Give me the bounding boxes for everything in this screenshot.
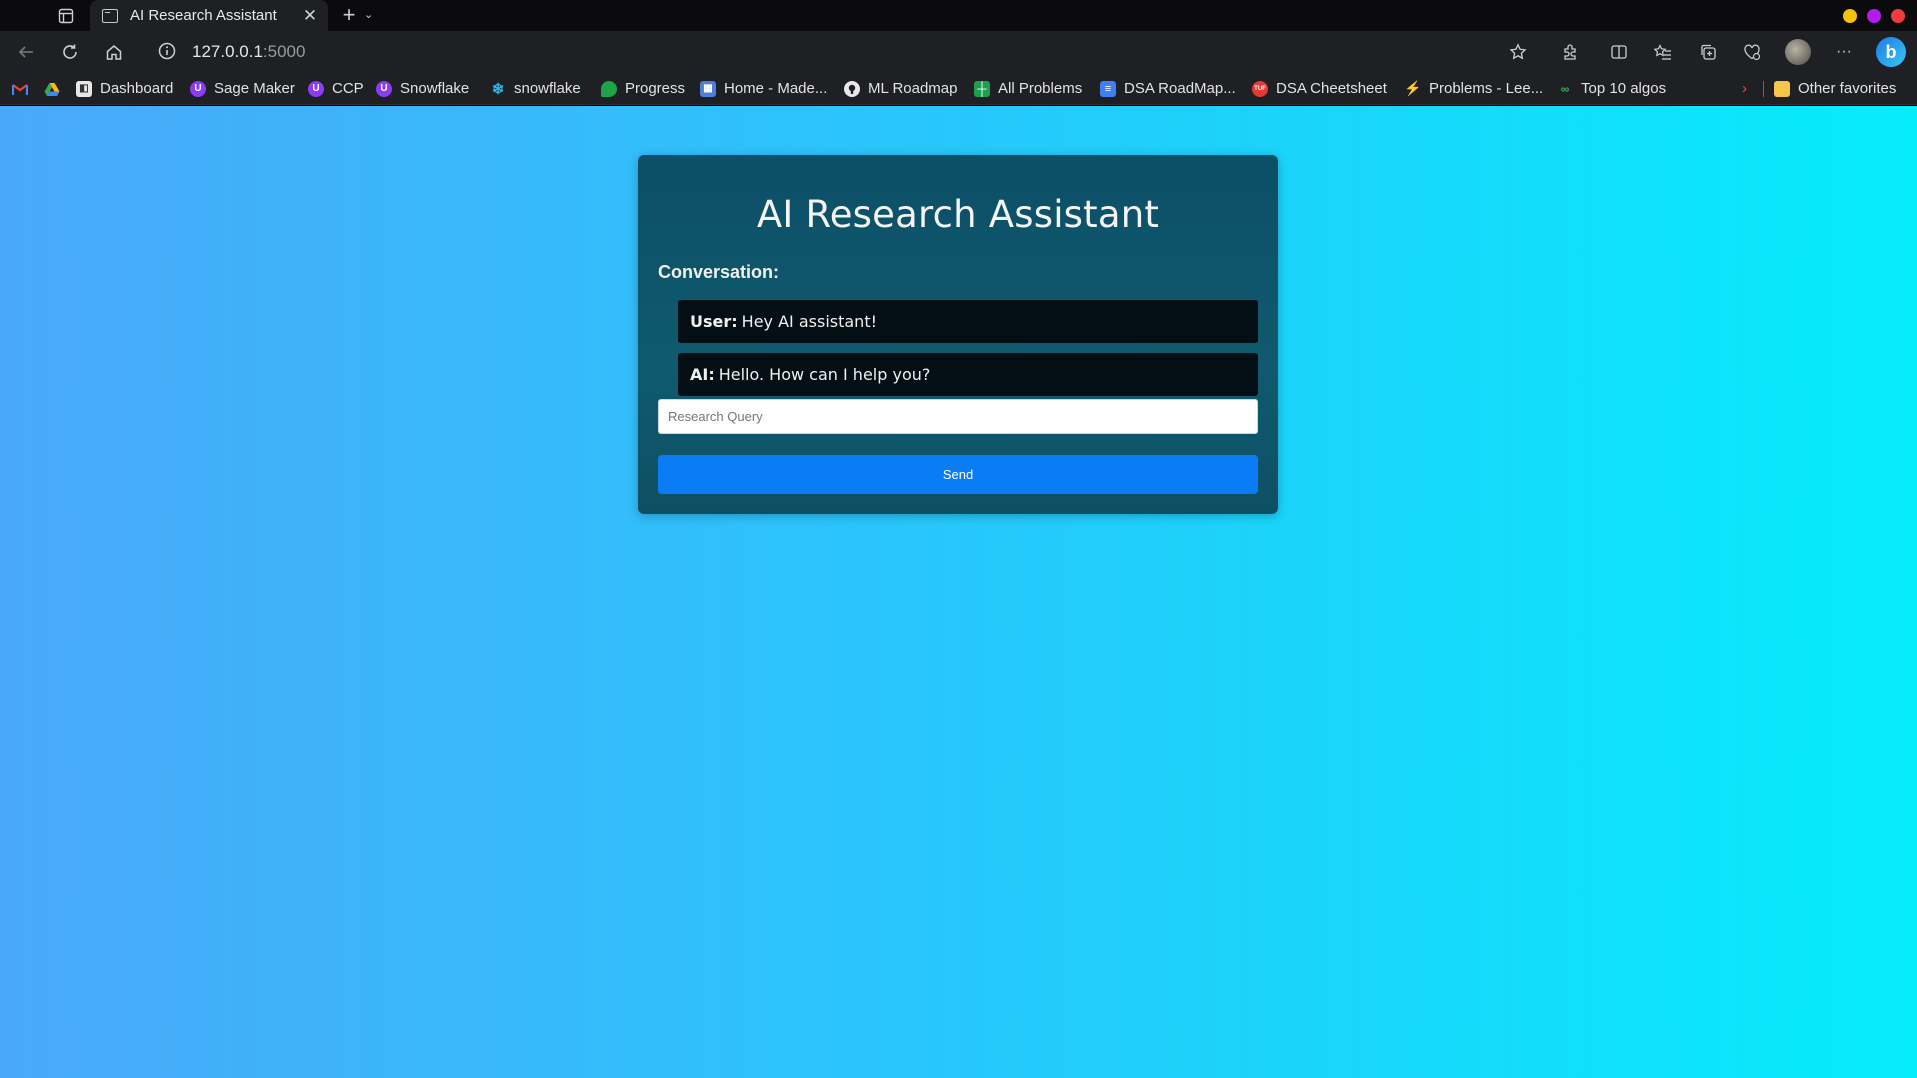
bookmark-label: CCP: [332, 80, 364, 97]
browser-essentials-icon[interactable]: [1740, 40, 1764, 64]
minimize-button[interactable]: [1843, 9, 1857, 23]
tab-actions-icon[interactable]: [56, 6, 76, 26]
bookmark-other-favorites[interactable]: Other favorites: [1774, 72, 1896, 105]
more-options-icon[interactable]: ···: [1832, 40, 1856, 64]
bookmark-dsa-roadmap[interactable]: ≡ DSA RoadMap...: [1100, 72, 1236, 105]
bookmarks-divider: [1763, 81, 1764, 97]
snowflake-icon: ❄: [491, 80, 505, 98]
bookmark-label: Top 10 algos: [1581, 80, 1667, 97]
bookmark-dsa-cheetsheet[interactable]: TUF DSA Cheetsheet: [1252, 72, 1387, 105]
conversation-label: Conversation:: [658, 262, 780, 282]
docs-icon: ≡: [1100, 80, 1116, 97]
link-icon: ∞: [1560, 81, 1570, 96]
page-background: AI Research Assistant Conversation: User…: [0, 106, 1917, 1078]
home-icon[interactable]: [102, 40, 126, 64]
refresh-icon[interactable]: [58, 40, 82, 64]
chat-message-ai: AI: Hello. How can I help you?: [678, 353, 1258, 396]
bookmark-label: Home - Made...: [724, 80, 828, 97]
bookmark-dashboard[interactable]: ◧ Dashboard: [76, 72, 173, 105]
bookmark-home-made[interactable]: ▦ Home - Made...: [700, 72, 827, 105]
new-tab-button[interactable]: +: [338, 3, 360, 27]
assistant-card: AI Research Assistant Conversation: User…: [638, 155, 1278, 514]
bookmark-label: Snowflake: [400, 80, 470, 97]
navigation-bar: 127.0.0.1:5000 ··· b: [0, 31, 1917, 72]
close-tab-icon[interactable]: ✕: [302, 6, 318, 26]
page-title: AI Research Assistant: [756, 193, 1160, 236]
active-tab[interactable]: AI Research Assistant ✕: [90, 0, 328, 31]
maximize-button[interactable]: [1867, 9, 1881, 23]
tuf-icon: TUF: [1252, 80, 1268, 97]
bookmark-label: Problems - Lee...: [1429, 80, 1544, 97]
copilot-icon[interactable]: b: [1876, 37, 1906, 67]
message-speaker: User:: [690, 312, 738, 331]
split-screen-icon[interactable]: [1607, 40, 1631, 64]
message-speaker: AI:: [690, 365, 715, 384]
window-controls: [1843, 9, 1905, 23]
bookmark-ccp[interactable]: U CCP: [308, 72, 364, 105]
sagemaker-icon: U: [190, 80, 206, 97]
back-arrow-icon[interactable]: [14, 40, 38, 64]
evernote-icon: [601, 80, 617, 97]
url-host: 127.0.0.1: [192, 42, 263, 61]
collections-icon[interactable]: [1696, 40, 1720, 64]
close-window-button[interactable]: [1891, 9, 1905, 23]
address-bar[interactable]: 127.0.0.1:5000: [192, 42, 305, 62]
bookmark-google-drive[interactable]: [44, 72, 68, 105]
bookmark-progress[interactable]: Progress: [601, 72, 685, 105]
snowflake-course-icon: U: [376, 80, 392, 97]
bookmark-label: ML Roadmap: [868, 80, 958, 97]
message-text: Hello. How can I help you?: [718, 365, 931, 384]
bookmark-problems-leetcode[interactable]: ⚡ Problems - Lee...: [1404, 72, 1544, 105]
bookmark-snowflake[interactable]: ❄ snowflake: [490, 72, 581, 105]
tab-strip: AI Research Assistant ✕ + ⌄: [0, 0, 1917, 31]
bookmark-label: Sage Maker: [214, 80, 295, 97]
bookmark-label: Dashboard: [100, 80, 174, 97]
google-drive-icon: [44, 81, 60, 97]
more-bookmarks-chevron-icon[interactable]: ›: [1742, 80, 1747, 97]
bookmark-sage-maker[interactable]: U Sage Maker: [190, 72, 295, 105]
bookmark-label: DSA RoadMap...: [1124, 80, 1236, 97]
bookmark-gmail[interactable]: [12, 72, 36, 105]
bookmark-label: Other favorites: [1798, 80, 1897, 97]
tab-list-chevron-icon[interactable]: ⌄: [364, 8, 373, 21]
bookmark-top-10-algos[interactable]: ∞ Top 10 algos: [1557, 72, 1666, 105]
bookmark-label: Progress: [625, 80, 686, 97]
gmail-icon: [12, 81, 28, 97]
bookmark-label: All Problems: [998, 80, 1083, 97]
bookmark-all-problems[interactable]: ┼ All Problems: [974, 72, 1082, 105]
bookmark-ml-roadmap[interactable]: ML Roadmap: [844, 72, 958, 105]
page-favicon-icon: [102, 8, 118, 23]
github-icon: [844, 80, 860, 97]
research-query-input[interactable]: [658, 399, 1258, 434]
tab-title: AI Research Assistant: [130, 7, 277, 24]
favorites-icon[interactable]: [1651, 40, 1675, 64]
send-button[interactable]: Send: [658, 455, 1258, 494]
sheets-icon: ┼: [974, 80, 990, 97]
folder-icon: [1774, 80, 1790, 97]
chat-message-user: User: Hey AI assistant!: [678, 300, 1258, 343]
dashboard-icon: ◧: [76, 80, 92, 97]
site-info-icon[interactable]: [157, 41, 177, 61]
bookmarks-bar: ◧ Dashboard U Sage Maker U CCP U Snowfla…: [0, 72, 1917, 105]
leetcode-icon: ⚡: [1404, 80, 1422, 96]
bookmark-snowflake-course[interactable]: U Snowflake: [376, 72, 469, 105]
message-text: Hey AI assistant!: [741, 312, 877, 331]
extensions-icon[interactable]: [1558, 40, 1582, 64]
bookmark-label: DSA Cheetsheet: [1276, 80, 1387, 97]
bookmark-label: snowflake: [514, 80, 581, 97]
favorite-star-icon[interactable]: [1506, 40, 1530, 64]
ccp-icon: U: [308, 80, 324, 97]
home-icon: ▦: [700, 80, 716, 97]
url-port: :5000: [262, 42, 306, 61]
profile-avatar[interactable]: [1785, 39, 1811, 65]
